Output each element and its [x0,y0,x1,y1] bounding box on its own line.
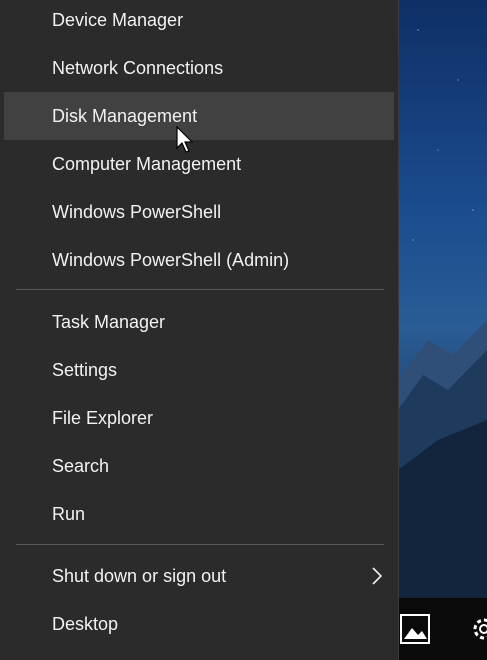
menu-item-label: Network Connections [52,57,224,78]
menu-item-label: Search [52,455,110,476]
menu-item-label: Disk Management [52,105,198,126]
menu-item-label: Task Manager [52,311,166,332]
menu-item-label: Shut down or sign out [52,565,227,586]
gear-icon[interactable] [470,615,487,643]
menu-item-search[interactable]: Search [4,442,394,490]
winx-context-menu: Device Manager Network Connections Disk Ma… [0,0,399,660]
chevron-right-icon [372,567,383,585]
menu-item-label: Settings [52,359,118,380]
menu-item-label: Desktop [52,613,119,634]
menu-item-computer-management[interactable]: Computer Management [4,140,394,188]
menu-item-label: Computer Management [52,153,242,174]
menu-item-desktop[interactable]: Desktop [4,600,394,648]
taskbar [398,598,487,660]
menu-item-label: Run [52,503,86,524]
wallpaper-mountain [398,320,487,598]
menu-item-windows-powershell[interactable]: Windows PowerShell [4,188,394,236]
menu-item-settings[interactable]: Settings [4,346,394,394]
menu-item-label: Device Manager [52,9,184,30]
menu-item-label: Windows PowerShell [52,201,222,222]
menu-item-disk-management[interactable]: Disk Management [4,92,394,140]
menu-item-file-explorer[interactable]: File Explorer [4,394,394,442]
menu-item-shut-down-or-sign-out[interactable]: Shut down or sign out [4,552,394,600]
menu-item-run[interactable]: Run [4,490,394,538]
menu-item-task-manager[interactable]: Task Manager [4,298,394,346]
menu-separator [16,544,384,545]
photos-icon[interactable] [400,614,430,644]
menu-item-network-connections[interactable]: Network Connections [4,44,394,92]
menu-item-device-manager[interactable]: Device Manager [4,0,394,44]
menu-item-windows-powershell-admin[interactable]: Windows PowerShell (Admin) [4,236,394,284]
menu-separator [16,289,384,290]
menu-item-label: File Explorer [52,407,154,428]
mouse-pointer-icon [176,126,194,153]
menu-item-label: Windows PowerShell (Admin) [52,249,290,270]
